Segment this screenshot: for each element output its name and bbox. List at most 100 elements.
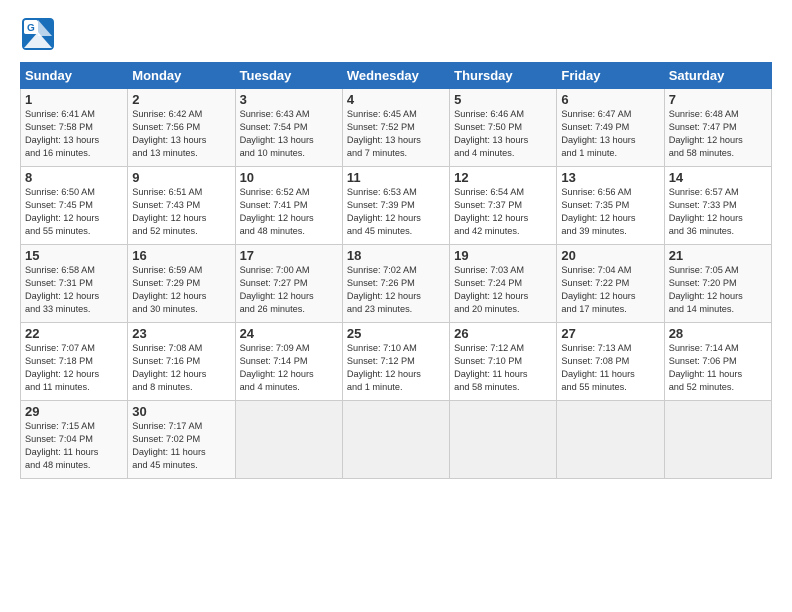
calendar-cell: 1Sunrise: 6:41 AM Sunset: 7:58 PM Daylig… [21,89,128,167]
table-row: 15Sunrise: 6:58 AM Sunset: 7:31 PM Dayli… [21,245,772,323]
calendar-cell: 8Sunrise: 6:50 AM Sunset: 7:45 PM Daylig… [21,167,128,245]
cell-info: Sunrise: 6:50 AM Sunset: 7:45 PM Dayligh… [25,186,123,238]
table-row: 1Sunrise: 6:41 AM Sunset: 7:58 PM Daylig… [21,89,772,167]
table-row: 22Sunrise: 7:07 AM Sunset: 7:18 PM Dayli… [21,323,772,401]
day-number: 27 [561,326,659,341]
day-number: 7 [669,92,767,107]
cell-info: Sunrise: 6:42 AM Sunset: 7:56 PM Dayligh… [132,108,230,160]
calendar-cell: 3Sunrise: 6:43 AM Sunset: 7:54 PM Daylig… [235,89,342,167]
calendar-cell: 30Sunrise: 7:17 AM Sunset: 7:02 PM Dayli… [128,401,235,479]
cell-info: Sunrise: 7:10 AM Sunset: 7:12 PM Dayligh… [347,342,445,394]
day-number: 3 [240,92,338,107]
day-number: 15 [25,248,123,263]
cell-info: Sunrise: 7:17 AM Sunset: 7:02 PM Dayligh… [132,420,230,472]
day-number: 2 [132,92,230,107]
cell-info: Sunrise: 6:57 AM Sunset: 7:33 PM Dayligh… [669,186,767,238]
day-number: 30 [132,404,230,419]
day-number: 17 [240,248,338,263]
header-row: Sunday Monday Tuesday Wednesday Thursday… [21,63,772,89]
calendar-cell: 2Sunrise: 6:42 AM Sunset: 7:56 PM Daylig… [128,89,235,167]
calendar-cell: 19Sunrise: 7:03 AM Sunset: 7:24 PM Dayli… [450,245,557,323]
day-number: 1 [25,92,123,107]
calendar-cell [342,401,449,479]
cell-info: Sunrise: 7:12 AM Sunset: 7:10 PM Dayligh… [454,342,552,394]
day-number: 11 [347,170,445,185]
header: G [20,16,772,52]
col-wednesday: Wednesday [342,63,449,89]
table-row: 29Sunrise: 7:15 AM Sunset: 7:04 PM Dayli… [21,401,772,479]
cell-info: Sunrise: 6:51 AM Sunset: 7:43 PM Dayligh… [132,186,230,238]
calendar-cell: 27Sunrise: 7:13 AM Sunset: 7:08 PM Dayli… [557,323,664,401]
day-number: 21 [669,248,767,263]
day-number: 16 [132,248,230,263]
calendar-cell: 24Sunrise: 7:09 AM Sunset: 7:14 PM Dayli… [235,323,342,401]
cell-info: Sunrise: 7:02 AM Sunset: 7:26 PM Dayligh… [347,264,445,316]
day-number: 9 [132,170,230,185]
day-number: 25 [347,326,445,341]
page: G Sunday Monday Tuesday Wednesday Thursd… [0,0,792,612]
calendar-cell: 17Sunrise: 7:00 AM Sunset: 7:27 PM Dayli… [235,245,342,323]
calendar-cell [450,401,557,479]
cell-info: Sunrise: 7:13 AM Sunset: 7:08 PM Dayligh… [561,342,659,394]
calendar-cell: 13Sunrise: 6:56 AM Sunset: 7:35 PM Dayli… [557,167,664,245]
calendar-cell: 16Sunrise: 6:59 AM Sunset: 7:29 PM Dayli… [128,245,235,323]
cell-info: Sunrise: 6:41 AM Sunset: 7:58 PM Dayligh… [25,108,123,160]
calendar-cell: 18Sunrise: 7:02 AM Sunset: 7:26 PM Dayli… [342,245,449,323]
col-tuesday: Tuesday [235,63,342,89]
day-number: 6 [561,92,659,107]
col-friday: Friday [557,63,664,89]
col-thursday: Thursday [450,63,557,89]
day-number: 29 [25,404,123,419]
calendar-cell: 22Sunrise: 7:07 AM Sunset: 7:18 PM Dayli… [21,323,128,401]
col-monday: Monday [128,63,235,89]
calendar-cell: 11Sunrise: 6:53 AM Sunset: 7:39 PM Dayli… [342,167,449,245]
calendar-cell: 9Sunrise: 6:51 AM Sunset: 7:43 PM Daylig… [128,167,235,245]
calendar-cell: 14Sunrise: 6:57 AM Sunset: 7:33 PM Dayli… [664,167,771,245]
cell-info: Sunrise: 7:04 AM Sunset: 7:22 PM Dayligh… [561,264,659,316]
logo: G [20,16,60,52]
cell-info: Sunrise: 6:47 AM Sunset: 7:49 PM Dayligh… [561,108,659,160]
cell-info: Sunrise: 7:09 AM Sunset: 7:14 PM Dayligh… [240,342,338,394]
cell-info: Sunrise: 6:53 AM Sunset: 7:39 PM Dayligh… [347,186,445,238]
day-number: 18 [347,248,445,263]
calendar-cell [235,401,342,479]
table-row: 8Sunrise: 6:50 AM Sunset: 7:45 PM Daylig… [21,167,772,245]
cell-info: Sunrise: 6:43 AM Sunset: 7:54 PM Dayligh… [240,108,338,160]
calendar-cell: 15Sunrise: 6:58 AM Sunset: 7:31 PM Dayli… [21,245,128,323]
cell-info: Sunrise: 7:03 AM Sunset: 7:24 PM Dayligh… [454,264,552,316]
calendar-cell: 28Sunrise: 7:14 AM Sunset: 7:06 PM Dayli… [664,323,771,401]
calendar-cell: 26Sunrise: 7:12 AM Sunset: 7:10 PM Dayli… [450,323,557,401]
cell-info: Sunrise: 6:56 AM Sunset: 7:35 PM Dayligh… [561,186,659,238]
cell-info: Sunrise: 6:48 AM Sunset: 7:47 PM Dayligh… [669,108,767,160]
calendar-cell: 29Sunrise: 7:15 AM Sunset: 7:04 PM Dayli… [21,401,128,479]
day-number: 23 [132,326,230,341]
calendar-table: Sunday Monday Tuesday Wednesday Thursday… [20,62,772,479]
calendar-cell: 4Sunrise: 6:45 AM Sunset: 7:52 PM Daylig… [342,89,449,167]
logo-icon: G [20,16,56,52]
day-number: 20 [561,248,659,263]
day-number: 12 [454,170,552,185]
cell-info: Sunrise: 6:54 AM Sunset: 7:37 PM Dayligh… [454,186,552,238]
calendar-cell [664,401,771,479]
calendar-cell: 21Sunrise: 7:05 AM Sunset: 7:20 PM Dayli… [664,245,771,323]
calendar-cell: 20Sunrise: 7:04 AM Sunset: 7:22 PM Dayli… [557,245,664,323]
day-number: 26 [454,326,552,341]
calendar-cell: 12Sunrise: 6:54 AM Sunset: 7:37 PM Dayli… [450,167,557,245]
day-number: 14 [669,170,767,185]
cell-info: Sunrise: 7:08 AM Sunset: 7:16 PM Dayligh… [132,342,230,394]
day-number: 24 [240,326,338,341]
day-number: 10 [240,170,338,185]
cell-info: Sunrise: 7:07 AM Sunset: 7:18 PM Dayligh… [25,342,123,394]
calendar-cell: 7Sunrise: 6:48 AM Sunset: 7:47 PM Daylig… [664,89,771,167]
cell-info: Sunrise: 6:52 AM Sunset: 7:41 PM Dayligh… [240,186,338,238]
calendar-cell: 25Sunrise: 7:10 AM Sunset: 7:12 PM Dayli… [342,323,449,401]
cell-info: Sunrise: 6:46 AM Sunset: 7:50 PM Dayligh… [454,108,552,160]
day-number: 5 [454,92,552,107]
svg-text:G: G [27,23,35,34]
calendar-cell [557,401,664,479]
calendar-cell: 10Sunrise: 6:52 AM Sunset: 7:41 PM Dayli… [235,167,342,245]
col-sunday: Sunday [21,63,128,89]
calendar-cell: 5Sunrise: 6:46 AM Sunset: 7:50 PM Daylig… [450,89,557,167]
day-number: 19 [454,248,552,263]
cell-info: Sunrise: 7:00 AM Sunset: 7:27 PM Dayligh… [240,264,338,316]
